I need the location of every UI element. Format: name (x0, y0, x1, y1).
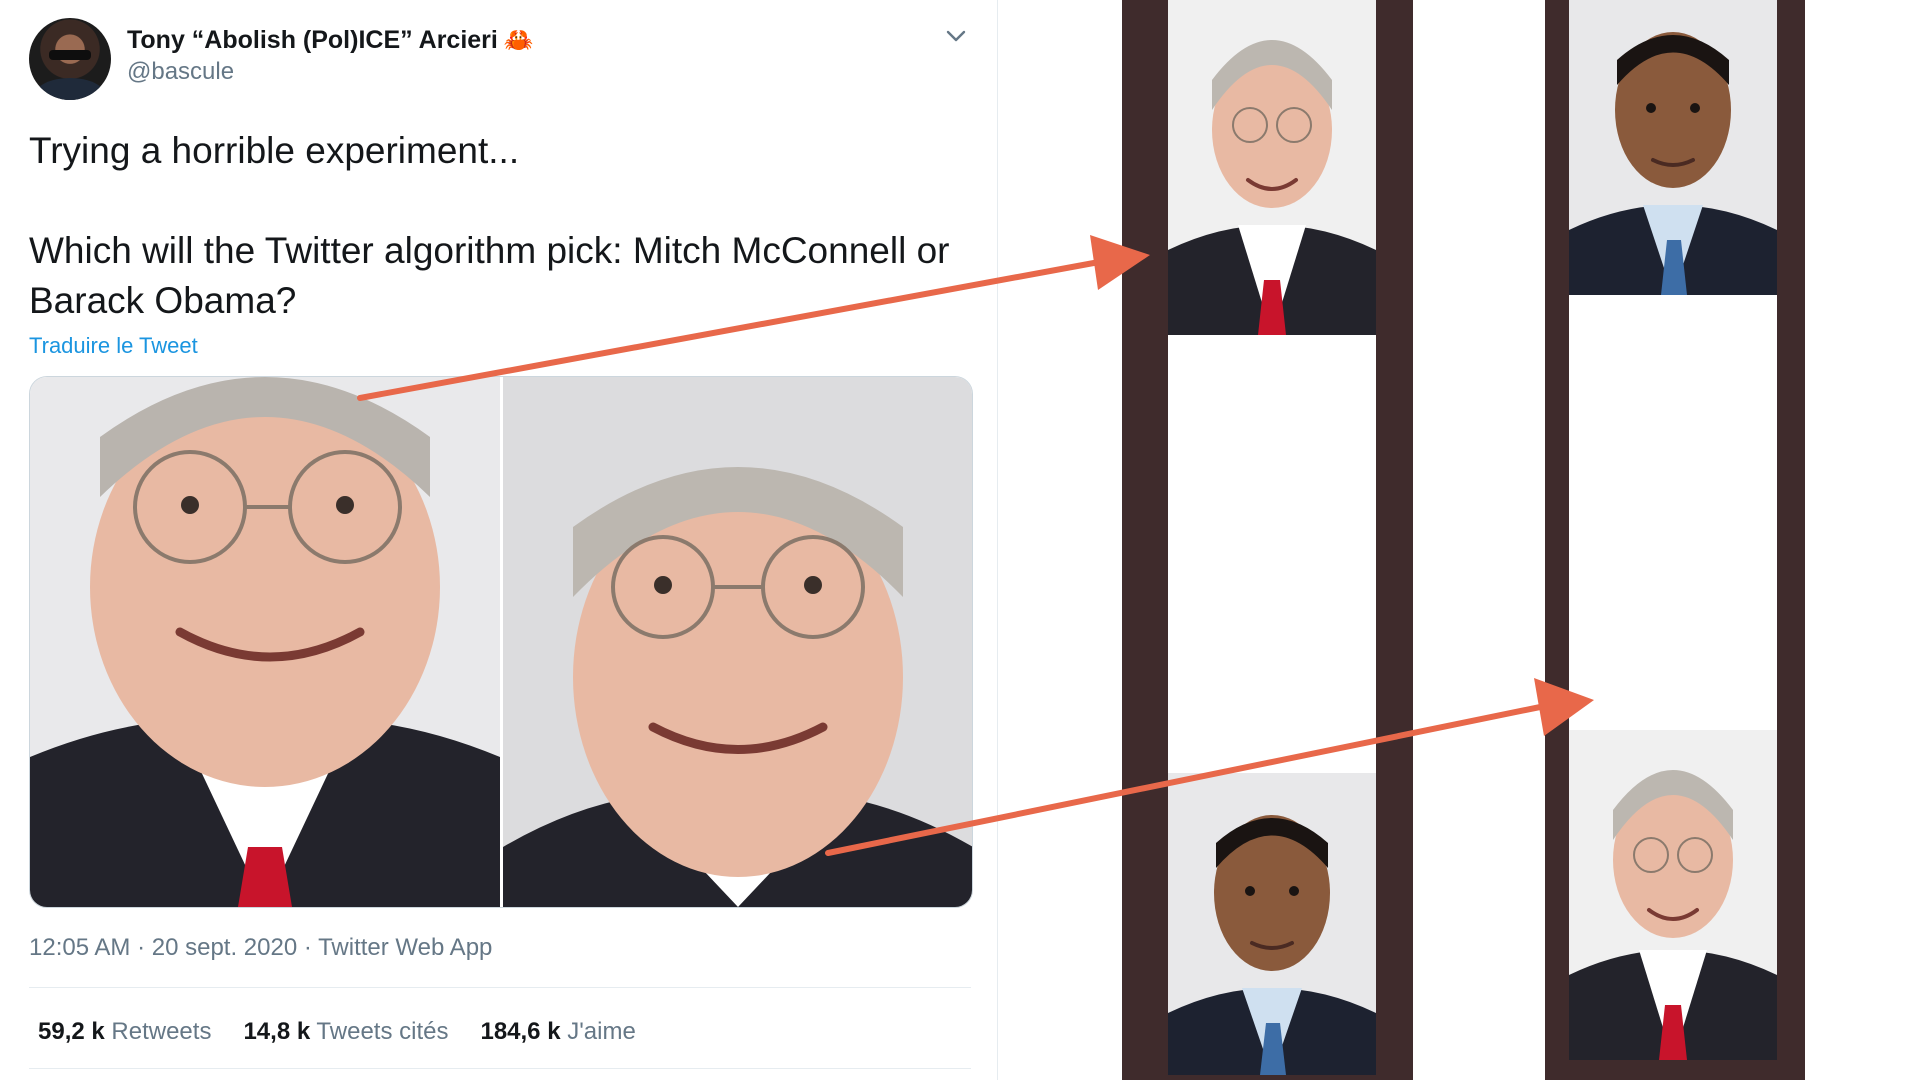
divider (29, 1068, 971, 1069)
strip1-top-portrait-mcconnell (1168, 0, 1376, 335)
retweets-count: 59,2 k (38, 1018, 105, 1045)
strip2-top-portrait-obama (1569, 0, 1777, 295)
crab-emoji-icon: 🦀 (503, 27, 534, 54)
display-name-text: Tony “Abolish (Pol)ICE” Arcieri (127, 26, 498, 54)
media-image-left[interactable] (30, 377, 500, 907)
tweet-timestamp-source[interactable]: 12:05 AM · 20 sept. 2020 · Twitter Web A… (29, 934, 492, 962)
tweet-stats: 59,2 k Retweets 14,8 k Tweets cités 184,… (38, 1018, 636, 1046)
likes-count: 184,6 k (480, 1018, 561, 1045)
crop-preview-strip-2 (1545, 0, 1805, 1080)
tweet-text-line-2: Which will the Twitter algorithm pick: M… (29, 230, 950, 271)
retweets-stat[interactable]: 59,2 k Retweets (38, 1018, 211, 1046)
strip2-bottom-portrait-mcconnell (1569, 730, 1777, 1060)
quote-tweets-stat[interactable]: 14,8 k Tweets cités (243, 1018, 448, 1046)
translate-tweet-link[interactable]: Traduire le Tweet (29, 333, 198, 359)
retweets-label: Retweets (111, 1018, 212, 1045)
chevron-down-icon[interactable] (942, 22, 970, 50)
avatar[interactable] (29, 18, 111, 100)
avatar-sunglasses (49, 50, 91, 60)
strip1-bottom-portrait-obama (1168, 773, 1376, 1075)
quotes-label: Tweets cités (316, 1018, 449, 1045)
media-image-right[interactable] (502, 377, 972, 907)
tweet-card: Tony “Abolish (Pol)ICE” Arcieri 🦀 @bascul… (0, 0, 998, 1080)
strip2-blank-space (1569, 295, 1777, 730)
quotes-count: 14,8 k (243, 1018, 311, 1045)
likes-stat[interactable]: 184,6 k J'aime (480, 1018, 635, 1046)
avatar-shirt (35, 78, 105, 100)
strip1-blank-space (1168, 335, 1376, 773)
tweet-text-line-3: Barack Obama? (29, 280, 297, 321)
tweet-media-preview[interactable] (29, 376, 973, 908)
display-name[interactable]: Tony “Abolish (Pol)ICE” Arcieri 🦀 (127, 26, 534, 55)
tweet-text-line-1: Trying a horrible experiment... (29, 130, 520, 171)
crop-preview-strip-1 (1122, 0, 1413, 1080)
user-handle[interactable]: @bascule (127, 58, 234, 86)
divider (29, 987, 971, 988)
likes-label: J'aime (567, 1018, 636, 1045)
